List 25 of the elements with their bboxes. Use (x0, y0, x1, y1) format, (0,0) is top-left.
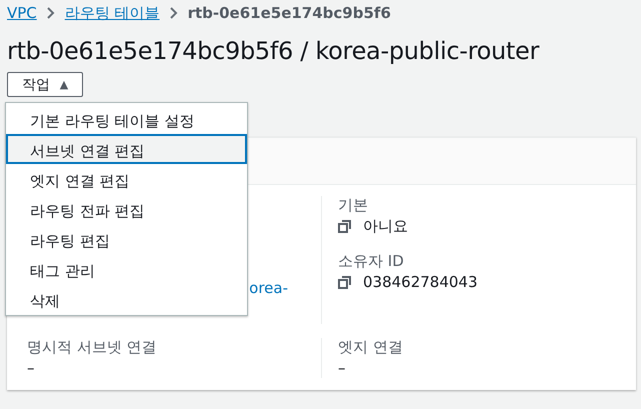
field-label: 기본 (338, 196, 369, 215)
menu-item[interactable]: 삭제 (6, 284, 247, 314)
menu-item[interactable]: 기본 라우팅 테이블 설정 (6, 104, 247, 134)
menu-item[interactable]: 라우팅 전파 편집 (6, 194, 247, 224)
menu-item[interactable]: 태그 관리 (6, 254, 247, 284)
field-value: 아니요 (363, 217, 408, 236)
field-value: – (338, 359, 346, 377)
detail-link[interactable]: orea- (249, 279, 288, 297)
actions-button[interactable]: 작업 ▲ (7, 72, 83, 97)
field-label: 엣지 연결 (338, 338, 404, 357)
chevron-icon (170, 7, 178, 19)
menu-item[interactable]: 라우팅 편집 (6, 224, 247, 254)
breadcrumb-current: rtb-0e61e5e174bc9b5f6 (188, 4, 391, 22)
field-label: 소유자 ID (338, 252, 405, 271)
menu-item[interactable]: 엣지 연결 편집 (6, 164, 247, 194)
copy-icon[interactable] (338, 276, 351, 288)
chevron-icon (46, 7, 55, 19)
field-value: – (27, 359, 34, 377)
page-title: rtb-0e61e5e174bc9b5f6 / korea-public-router (7, 37, 540, 65)
breadcrumb-link[interactable]: 라우팅 테이블 (64, 4, 160, 22)
field-value: 038462784043 (363, 273, 478, 291)
breadcrumb-link[interactable]: VPC (7, 4, 37, 22)
field-label: 명시적 서브넷 연결 (27, 338, 158, 357)
menu-item[interactable]: 서브넷 연결 편집 (6, 134, 247, 164)
copy-icon[interactable] (338, 220, 351, 233)
